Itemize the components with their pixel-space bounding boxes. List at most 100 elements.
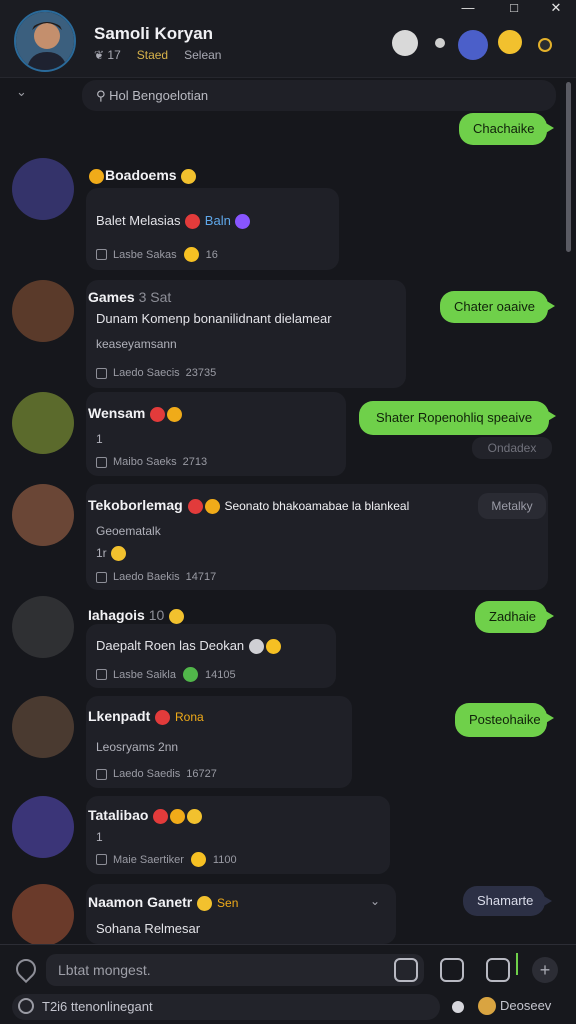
sender-name: Tekoborlemag Seonato bhakoamabae la blan… — [88, 497, 409, 514]
outgoing-bubble[interactable]: Chater oaaive — [440, 291, 555, 323]
search-icon: ⚲ — [96, 88, 110, 103]
avatar-small[interactable] — [478, 997, 496, 1015]
sender-name-text: Iahagois — [88, 607, 145, 623]
outgoing-bubble[interactable]: Zadhaie — [475, 601, 554, 633]
chevron-down-icon[interactable]: ⌄ — [16, 84, 27, 100]
minimize-button[interactable]: — — [448, 0, 488, 18]
sender-name-text: Wensam — [88, 405, 146, 421]
message-meta: Laedo Saedis 16727 — [96, 768, 217, 780]
meta-text: Maie Saertiker — [113, 853, 184, 866]
message-card[interactable]: Naamon Ganetr Sen Sohana Relmesar ⌄ — [86, 884, 396, 944]
emoji-icon — [111, 546, 127, 562]
message-meta: Maie Saertiker 1100 — [96, 852, 237, 867]
meta-value: 2713 — [182, 456, 208, 468]
meta-value: 14717 — [185, 571, 217, 583]
message-input[interactable]: Lbtat mongest. — [46, 954, 424, 986]
location-icon[interactable] — [11, 954, 41, 984]
chevron-down-icon[interactable]: ⌄ — [370, 894, 380, 908]
search-text: Hol Bengoelotian — [109, 88, 209, 103]
emoji-icon — [181, 168, 197, 184]
record-icon[interactable] — [452, 1001, 464, 1013]
outgoing-bubble[interactable]: Posteohaike — [455, 703, 554, 737]
meta-value: 14105 — [205, 668, 236, 681]
scrollbar[interactable] — [566, 82, 571, 252]
outgoing-bubble[interactable]: Shamarte — [463, 886, 552, 916]
emoji-icon — [235, 214, 251, 230]
sender-name: Games 3 Sat — [88, 289, 171, 305]
message-text: Dunam Komenp bonanilidnant dielamear — [96, 311, 332, 326]
avatar[interactable] — [12, 158, 74, 220]
emoji-icon — [190, 852, 206, 867]
message-meta: Lasbe Saikla 14105 — [96, 667, 236, 682]
emoji-icon — [89, 168, 104, 184]
message-tag: Baln — [204, 213, 231, 228]
camera-icon[interactable] — [394, 958, 418, 982]
outgoing-bubble[interactable]: Chachaike — [459, 113, 554, 145]
emoji-icon[interactable] — [498, 30, 522, 54]
message-meta: Lasbe Sakas 16 — [96, 247, 218, 262]
contact-name: Samoli Koryan — [94, 24, 214, 43]
avatar[interactable] — [12, 484, 74, 546]
close-button[interactable]: ✕ — [536, 0, 576, 18]
avatar[interactable] — [12, 392, 74, 454]
sender-name: Wensam — [88, 405, 183, 422]
emoji-icon — [170, 808, 186, 824]
message-text: Balet Melasias Baln — [96, 213, 251, 230]
message-card[interactable]: Lkenpadt Rona Leosryams 2nn Laedo Saedis… — [86, 696, 352, 788]
emoji-icon — [204, 498, 220, 514]
contact-meta: ❦ 17 Staed Selean — [94, 48, 221, 62]
profile-icon[interactable] — [392, 30, 418, 56]
ghost-reply[interactable]: Metalky — [478, 493, 546, 519]
message-meta: Laedo Saecis 23735 — [96, 367, 216, 379]
settings-icon[interactable] — [538, 38, 552, 52]
avatar[interactable] — [12, 596, 74, 658]
sender-name: Tatalibao — [88, 807, 203, 824]
sender-name-text: Naamon Ganetr — [88, 894, 193, 910]
avatar[interactable] — [12, 884, 74, 946]
add-icon[interactable]: + — [532, 957, 558, 983]
sender-name: Naamon Ganetr Sen — [88, 894, 238, 911]
meta-text: Laedo Saedis — [113, 768, 181, 780]
sender-name: Boadoems — [88, 167, 197, 184]
message-card[interactable]: Games 3 Sat Dunam Komenp bonanilidnant d… — [86, 280, 406, 388]
meta-value: 23735 — [185, 367, 217, 379]
status-text: T2i6 ttenonlinegant — [42, 999, 153, 1014]
message-card[interactable]: Wensam 1 Maibo Saeks 2713 — [86, 392, 346, 476]
title-bar: — □ ✕ Samoli Koryan ❦ 17 Staed Selean — [0, 0, 576, 78]
message-text: Daepalt Roen las Deokan — [96, 638, 282, 655]
message-card[interactable]: Tatalibao 1 Maie Saertiker 1100 — [86, 796, 390, 874]
avatar[interactable] — [12, 696, 74, 758]
name-extra: Rona — [175, 710, 204, 724]
message-sub: Leosryams 2nn — [96, 740, 179, 754]
search-bar[interactable]: ⚲ Hol Bengoelotian — [82, 80, 556, 111]
emoji-icon — [169, 608, 185, 624]
sender-name-text: Games — [88, 289, 135, 305]
ghost-reply[interactable]: Ondadex — [472, 437, 552, 459]
message-text-main: Balet Melasias — [96, 213, 181, 228]
cursor-indicator — [516, 953, 518, 975]
image-icon — [96, 669, 107, 680]
maximize-button[interactable]: □ — [494, 0, 534, 18]
meta-text: Laedo Saecis — [113, 367, 180, 379]
message-card[interactable]: Daepalt Roen las Deokan Lasbe Saikla 1410… — [86, 624, 336, 688]
heart-icon — [185, 214, 201, 230]
emoji-icon — [187, 808, 203, 824]
clock-icon — [18, 998, 34, 1014]
message-sub: keaseyamsann — [96, 337, 177, 351]
dot-icon[interactable] — [435, 38, 445, 48]
outgoing-bubble[interactable]: Shater Ropenohliq speaive — [359, 401, 556, 435]
photo-icon[interactable] — [440, 958, 464, 982]
message-card[interactable]: Balet Melasias Baln Lasbe Sakas 16 — [86, 188, 339, 270]
emoji-icon — [183, 247, 199, 262]
avatar[interactable] — [12, 280, 74, 342]
message-meta: Maibo Saeks 2713 — [96, 456, 207, 468]
meta-text: Lasbe Saikla — [113, 668, 176, 681]
status-icon[interactable] — [458, 30, 488, 60]
check-icon[interactable] — [486, 958, 510, 982]
composer: Lbtat mongest. + T2i6 ttenonlinegant Deo… — [0, 944, 576, 1024]
status-bar: T2i6 ttenonlinegant — [12, 994, 440, 1020]
header-avatar[interactable] — [14, 10, 76, 72]
meta-value: 1100 — [212, 853, 237, 866]
avatar[interactable] — [12, 796, 74, 858]
image-icon — [96, 456, 107, 468]
